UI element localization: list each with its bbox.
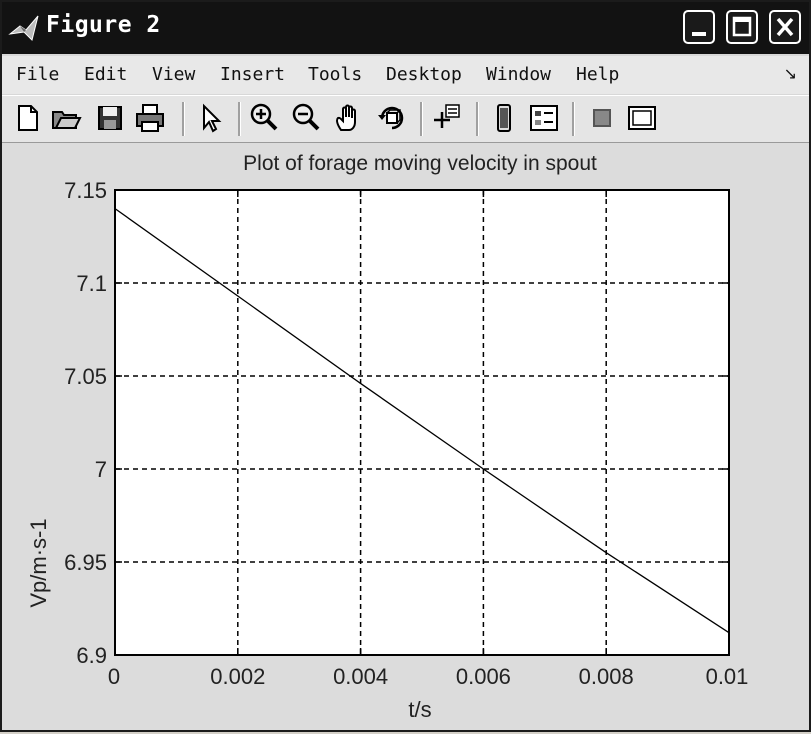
- open-folder-icon[interactable]: [50, 102, 82, 134]
- close-button[interactable]: [769, 10, 801, 44]
- chart-title: Plot of forage moving velocity in spout: [243, 152, 597, 175]
- line-chart: Plot of forage moving velocity in spout …: [26, 152, 749, 722]
- toolbar-separator: [420, 102, 423, 136]
- menu-insert[interactable]: Insert: [220, 64, 285, 85]
- y-tick-label: 7.1: [76, 271, 107, 296]
- y-tick-label: 7.15: [64, 178, 107, 203]
- save-icon[interactable]: [94, 102, 126, 134]
- menu-bar: File Edit View Insert Tools Desktop Wind…: [2, 56, 809, 94]
- data-cursor-icon[interactable]: [430, 102, 462, 134]
- colorbar-icon[interactable]: [488, 102, 520, 134]
- show-plot-tools-icon[interactable]: [626, 102, 658, 134]
- figure-toolbar: [2, 95, 809, 144]
- figure-canvas: Plot of forage moving velocity in spout …: [2, 143, 809, 730]
- toolbar-separator: [238, 102, 241, 136]
- plot-area[interactable]: [115, 190, 729, 655]
- x-tick-label: 0.008: [579, 664, 634, 689]
- menu-view[interactable]: View: [152, 64, 195, 85]
- menu-tools[interactable]: Tools: [308, 64, 362, 85]
- pointer-icon[interactable]: [194, 102, 226, 134]
- zoom-in-icon[interactable]: [248, 102, 280, 134]
- menu-desktop[interactable]: Desktop: [386, 64, 462, 85]
- pan-hand-icon[interactable]: [332, 102, 364, 134]
- menu-window[interactable]: Window: [486, 64, 551, 85]
- menu-help[interactable]: Help: [576, 64, 619, 85]
- toolbar-separator: [182, 102, 185, 136]
- y-axis-label: Vp/m·s-1: [26, 518, 51, 607]
- menu-file[interactable]: File: [16, 64, 59, 85]
- maximize-icon: [732, 16, 752, 37]
- x-tick-label: 0.002: [210, 664, 265, 689]
- minimize-button[interactable]: [683, 10, 715, 44]
- matlab-logo-icon: [8, 15, 39, 41]
- legend-icon[interactable]: [528, 102, 560, 134]
- zoom-out-icon[interactable]: [290, 102, 322, 134]
- figure-window: Figure 2 File Edit View Insert Tools Des…: [0, 0, 811, 732]
- hide-plot-tools-icon[interactable]: [586, 102, 618, 134]
- x-axis-label: t/s: [408, 697, 431, 722]
- y-tick-label: 7.05: [64, 364, 107, 389]
- y-tick-label: 7: [95, 457, 107, 482]
- rotate-3d-icon[interactable]: [376, 102, 408, 134]
- x-tick-label: 0.004: [333, 664, 388, 689]
- menu-edit[interactable]: Edit: [84, 64, 127, 85]
- dock-arrow-icon[interactable]: ↘: [784, 64, 797, 83]
- x-tick-label: 0: [108, 664, 120, 689]
- maximize-button[interactable]: [726, 10, 758, 44]
- new-file-icon[interactable]: [12, 102, 44, 134]
- y-tick-label: 6.95: [64, 550, 107, 575]
- x-tick-label: 0.006: [456, 664, 511, 689]
- title-bar[interactable]: Figure 2: [2, 2, 809, 54]
- x-tick-label: 0.01: [706, 664, 749, 689]
- toolbar-separator: [476, 102, 479, 136]
- toolbar-separator: [572, 102, 575, 136]
- minimize-icon: [692, 32, 706, 36]
- print-icon[interactable]: [134, 102, 166, 134]
- window-title: Figure 2: [46, 12, 161, 38]
- y-tick-label: 6.9: [76, 643, 107, 668]
- close-icon: [776, 17, 794, 37]
